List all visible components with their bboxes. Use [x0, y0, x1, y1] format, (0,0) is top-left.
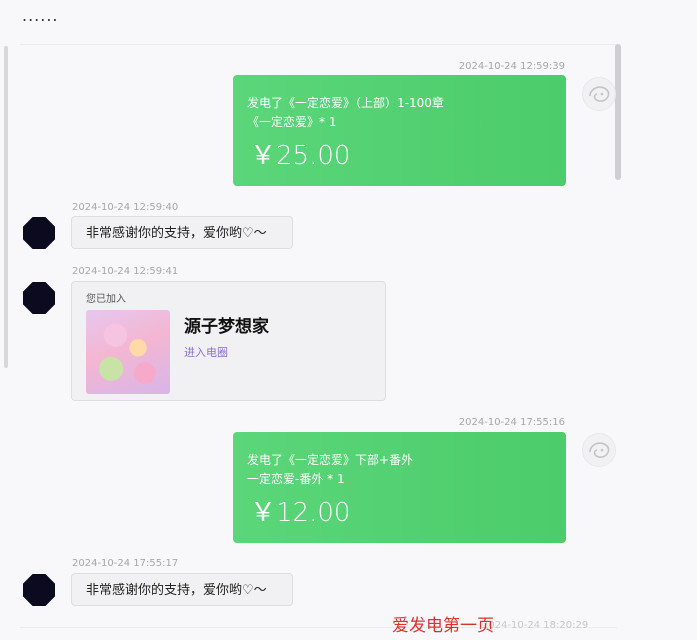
thank-you-message: 非常感谢你的支持，爱你哟♡～: [71, 573, 293, 606]
divider: [20, 44, 617, 45]
scrollbar-right[interactable]: [615, 44, 621, 180]
message-timestamp: 2024-10-24 17:55:17: [72, 558, 179, 569]
message-timestamp: 2024-10-24 12:59:40: [72, 202, 179, 213]
donation-item: 一定恋爱-番外 * 1: [247, 472, 345, 486]
group-invite-card[interactable]: 您已加入 源子梦想家 进入电圈: [71, 281, 386, 401]
creator-avatar[interactable]: [23, 217, 55, 249]
ellipsis-indicator: ......: [22, 6, 59, 25]
message-timestamp: 2024-10-24 17:55:16: [458, 417, 565, 428]
doodle-icon: [589, 442, 610, 458]
joined-label: 您已加入: [86, 294, 126, 305]
user-avatar[interactable]: [582, 77, 616, 111]
donation-title: 发电了《一定恋爱》下部+番外: [247, 453, 414, 467]
creator-avatar[interactable]: [23, 574, 55, 606]
donation-item: 《一定恋爱》* 1: [247, 115, 337, 129]
donation-bubble[interactable]: 发电了《一定恋爱》下部+番外 一定恋爱-番外 * 1 ￥12.00: [233, 432, 566, 543]
scrollbar-left[interactable]: [4, 46, 8, 368]
donation-amount: ￥12.00: [250, 498, 351, 528]
thank-you-message: 非常感谢你的支持，爱你哟♡～: [71, 216, 293, 249]
user-avatar[interactable]: [582, 433, 616, 467]
message-timestamp: 2024-10-24 12:59:41: [72, 266, 179, 277]
doodle-icon: [589, 86, 610, 102]
message-timestamp: 2024-10-24 12:59:39: [458, 61, 565, 72]
enter-group-link[interactable]: 进入电圈: [184, 344, 228, 360]
donation-amount: ￥25.00: [250, 141, 351, 171]
group-name: 源子梦想家: [184, 317, 269, 337]
group-cover-image: [86, 310, 170, 394]
donation-bubble[interactable]: 发电了《一定恋爱》（上部）1-100章 《一定恋爱》* 1 ￥25.00: [233, 75, 566, 186]
watermark-caption: 爱发电第一页: [392, 616, 494, 636]
message-timestamp: 2024-10-24 18:20:29: [482, 620, 589, 631]
donation-title: 发电了《一定恋爱》（上部）1-100章: [247, 96, 444, 110]
creator-avatar[interactable]: [23, 282, 55, 314]
